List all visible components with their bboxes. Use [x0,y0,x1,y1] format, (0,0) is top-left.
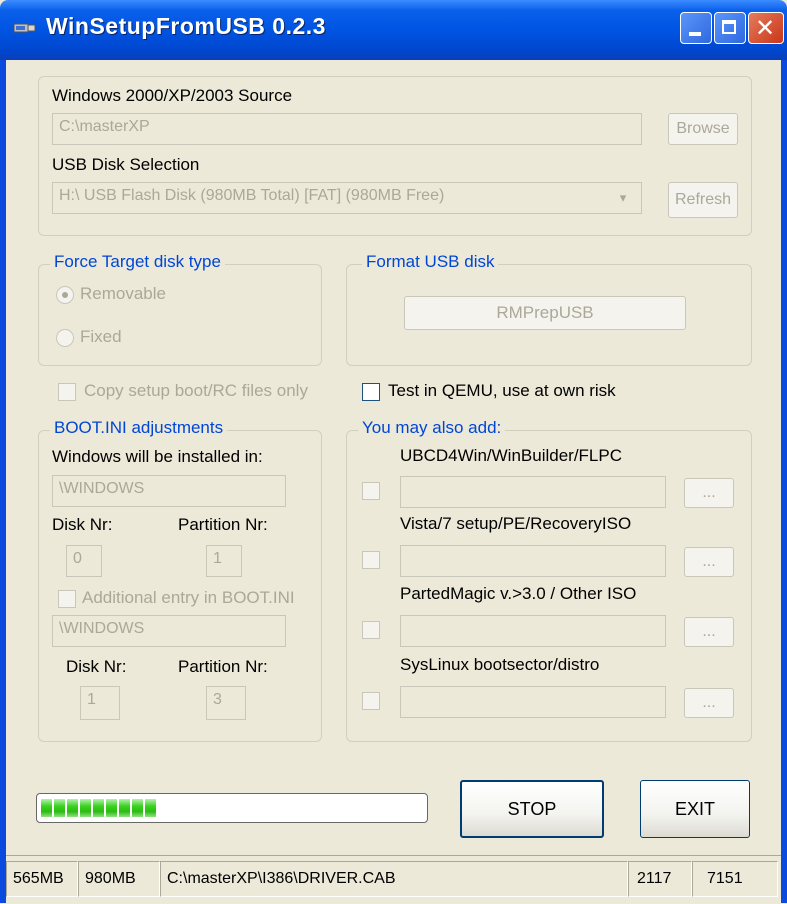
chevron-down-icon[interactable]: ▾ [609,186,637,210]
removable-label: Removable [80,284,166,303]
additional-entry-checkbox[interactable] [58,590,76,608]
qemu-checkbox[interactable] [362,383,380,401]
window-frame-left [0,60,6,903]
also-add-legend: You may also add: [358,418,506,438]
force-target-legend: Force Target disk type [50,252,225,272]
vista-label: Vista/7 setup/PE/RecoveryISO [400,514,632,533]
browse-button[interactable]: Browse [668,113,738,145]
additional-entry-label: Additional entry in BOOT.INI [82,588,295,607]
copy-setup-label: Copy setup boot/RC files only [84,381,308,400]
usb-disk-label: USB Disk Selection [52,155,200,174]
installed-in-input[interactable]: \WINDOWS [52,475,286,507]
vista-checkbox[interactable] [362,551,380,569]
status-cell-count-b: 7151 [692,861,778,897]
force-target-group [38,264,322,366]
progress-segment [41,799,52,817]
progress-fill [41,799,156,817]
usb-app-icon [13,19,36,37]
partedmagic-browse-button[interactable]: ... [684,617,734,647]
ubcd-browse-button[interactable]: ... [684,478,734,508]
usb-disk-select[interactable]: H:\ USB Flash Disk (980MB Total) [FAT] (… [52,182,642,214]
maximize-button[interactable] [714,12,746,44]
progress-segment [80,799,91,817]
window-frame-right [781,60,787,903]
ubcd-checkbox[interactable] [362,482,380,500]
partition-nr-input-2[interactable]: 3 [206,686,246,720]
copy-setup-checkbox[interactable] [58,383,76,401]
minimize-icon [689,32,701,36]
status-cell-used: 565MB [6,861,78,897]
refresh-button[interactable]: Refresh [668,182,738,218]
rmprepusb-button[interactable]: RMPrepUSB [404,296,686,330]
exit-button[interactable]: EXIT [640,780,750,838]
fixed-label: Fixed [80,327,122,346]
additional-entry-input[interactable]: \WINDOWS [52,615,286,647]
disk-nr-input-2[interactable]: 1 [80,686,120,720]
partedmagic-label: PartedMagic v.>3.0 / Other ISO [400,584,637,603]
window-title: WinSetupFromUSB 0.2.3 [46,13,326,39]
disk-nr-label: Disk Nr: [52,515,113,534]
maximize-icon [722,20,736,34]
bootini-legend: BOOT.INI adjustments [50,418,228,438]
partition-nr-label: Partition Nr: [178,515,268,534]
progress-segment [54,799,65,817]
source-path-input[interactable]: C:\masterXP [52,113,642,145]
progress-bar [36,793,428,823]
status-cell-file: C:\masterXP\I386\DRIVER.CAB [160,861,628,897]
ubcd-label: UBCD4Win/WinBuilder/FLPC [400,446,622,465]
syslinux-label: SysLinux bootsector/distro [400,655,600,674]
syslinux-path-input[interactable] [400,686,666,718]
removable-radio[interactable] [56,286,74,304]
partition-nr-label-2: Partition Nr: [178,657,268,676]
partition-nr-input[interactable]: 1 [206,545,242,577]
progress-segment [93,799,104,817]
progress-segment [132,799,143,817]
close-icon: ✕ [755,14,776,42]
stop-button[interactable]: STOP [460,780,604,838]
vista-browse-button[interactable]: ... [684,547,734,577]
progress-segment [106,799,117,817]
syslinux-checkbox[interactable] [362,692,380,710]
close-button[interactable]: ✕ [748,12,784,44]
qemu-label: Test in QEMU, use at own risk [388,381,616,400]
progress-segment [145,799,156,817]
status-cell-total: 980MB [78,861,160,897]
ubcd-path-input[interactable] [400,476,666,508]
source-label: Windows 2000/XP/2003 Source [52,86,293,105]
status-cell-count-a: 2117 [628,861,692,897]
minimize-button[interactable] [680,12,712,44]
format-usb-legend: Format USB disk [362,252,499,272]
progress-segment [67,799,78,817]
fixed-radio[interactable] [56,329,74,347]
installed-in-label: Windows will be installed in: [52,447,263,466]
disk-nr-label-2: Disk Nr: [66,657,127,676]
partedmagic-checkbox[interactable] [362,621,380,639]
syslinux-browse-button[interactable]: ... [684,688,734,718]
partedmagic-path-input[interactable] [400,615,666,647]
progress-segment [119,799,130,817]
vista-path-input[interactable] [400,545,666,577]
disk-nr-input[interactable]: 0 [66,545,102,577]
